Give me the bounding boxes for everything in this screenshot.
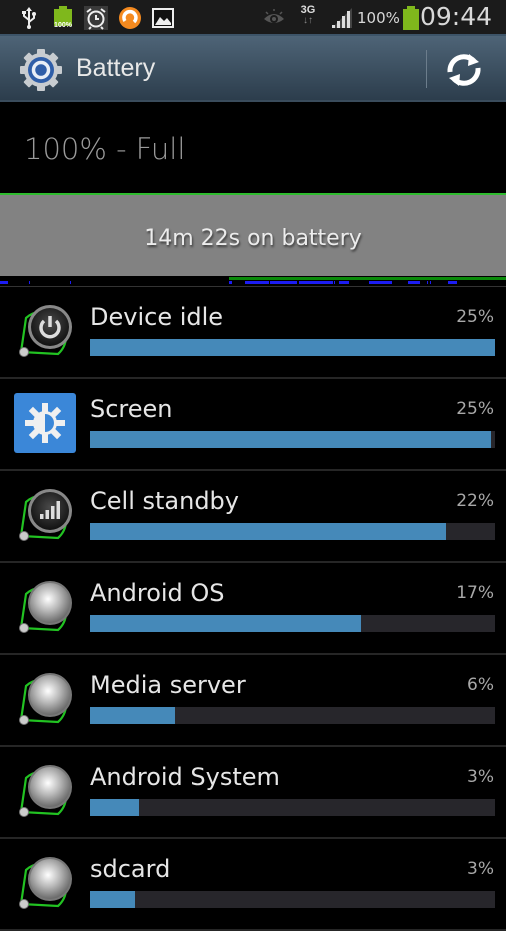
battery-percent: 100%: [357, 9, 400, 27]
usage-bar: [90, 707, 495, 724]
signal-bars-icon: [14, 484, 76, 546]
settings-gear-icon[interactable]: [19, 48, 63, 92]
usage-name: Device idle: [90, 303, 224, 331]
timeline-wake-segment: [448, 281, 457, 284]
battery-history-graph[interactable]: 14m 22s on battery: [0, 193, 506, 277]
usage-name: Android System: [90, 763, 280, 791]
timeline-wake-segment: [430, 281, 431, 284]
usage-row-android-system[interactable]: Android System 3%: [0, 747, 506, 839]
usage-row-cell-standby[interactable]: Cell standby 22%: [0, 471, 506, 563]
usage-bar-fill: [90, 431, 491, 448]
usage-bar: [90, 431, 495, 448]
usage-bar-fill: [90, 615, 362, 632]
usage-row-android-os[interactable]: Android OS 17%: [0, 563, 506, 655]
battery-usage-list: Device idle 25% Screen 25% Cell standby …: [0, 287, 506, 931]
action-bar: Battery: [0, 36, 506, 102]
usage-percent: 25%: [456, 307, 494, 327]
timeline-wake-segment: [427, 281, 428, 284]
signal-icon: [332, 8, 352, 28]
timeline-wake-segment: [245, 281, 269, 284]
usage-percent: 3%: [467, 859, 494, 879]
usage-bar-fill: [90, 523, 447, 540]
usage-percent: 22%: [456, 491, 494, 511]
android-process-icon: [14, 852, 76, 914]
android-process-icon: [14, 668, 76, 730]
battery-level-text: 100% - Full: [24, 132, 186, 166]
gallery-icon: [152, 8, 174, 28]
timeline-wake-segment: [29, 281, 30, 284]
timeline-wake-segment: [369, 281, 392, 284]
timeline-wake-segment: [334, 281, 335, 284]
usage-percent: 17%: [456, 583, 494, 603]
battery-notification-icon: 100%: [52, 6, 74, 30]
timeline-wake-segment: [70, 281, 71, 284]
usage-name: Screen: [90, 395, 173, 423]
timeline-wake-segment: [408, 281, 420, 284]
page-title: Battery: [76, 54, 156, 82]
usage-name: Cell standby: [90, 487, 239, 515]
timeline-screen-on-segment: [229, 277, 506, 280]
usage-bar: [90, 339, 495, 356]
usage-name: Media server: [90, 671, 246, 699]
usage-percent: 6%: [467, 675, 494, 695]
power-icon: [14, 300, 76, 362]
brightness-icon: [14, 392, 76, 454]
timeline-wake-segment: [299, 281, 333, 284]
timeline-wake-segment: [339, 281, 349, 284]
android-process-icon: [14, 576, 76, 638]
smart-stay-eye-icon: [264, 9, 284, 23]
timeline-wake-segment: [0, 281, 8, 284]
usage-bar-fill: [90, 799, 139, 816]
status-bar: 100% 3G ↓↑ 100% 09:44: [0, 0, 506, 36]
usage-bar-fill: [90, 339, 495, 356]
usage-percent: 25%: [456, 399, 494, 419]
usage-row-media-server[interactable]: Media server 6%: [0, 655, 506, 747]
android-process-icon: [14, 760, 76, 822]
usage-bar: [90, 523, 495, 540]
usage-name: sdcard: [90, 855, 171, 883]
usage-bar: [90, 799, 495, 816]
activity-timeline: [0, 276, 506, 287]
usage-row-device-idle[interactable]: Device idle 25%: [0, 287, 506, 379]
timeline-wake-segment: [229, 281, 232, 284]
time-on-battery: 14m 22s on battery: [144, 226, 362, 251]
usage-row-screen[interactable]: Screen 25%: [0, 379, 506, 471]
action-bar-divider: [426, 50, 427, 88]
timeline-wake-segment: [270, 281, 297, 284]
usb-icon: [22, 7, 36, 29]
usage-bar-fill: [90, 707, 176, 724]
battery-notification-text: 100%: [54, 22, 72, 29]
usage-bar: [90, 615, 495, 632]
usage-row-sdcard[interactable]: sdcard 3%: [0, 839, 506, 931]
battery-icon: [403, 6, 419, 30]
refresh-icon[interactable]: [442, 50, 486, 90]
usage-name: Android OS: [90, 579, 225, 607]
3g-data-icon: 3G ↓↑: [298, 4, 318, 28]
alarm-icon: [84, 6, 108, 30]
app-notification-icon: [119, 7, 141, 29]
clock: 09:44: [419, 2, 492, 31]
usage-percent: 3%: [467, 767, 494, 787]
